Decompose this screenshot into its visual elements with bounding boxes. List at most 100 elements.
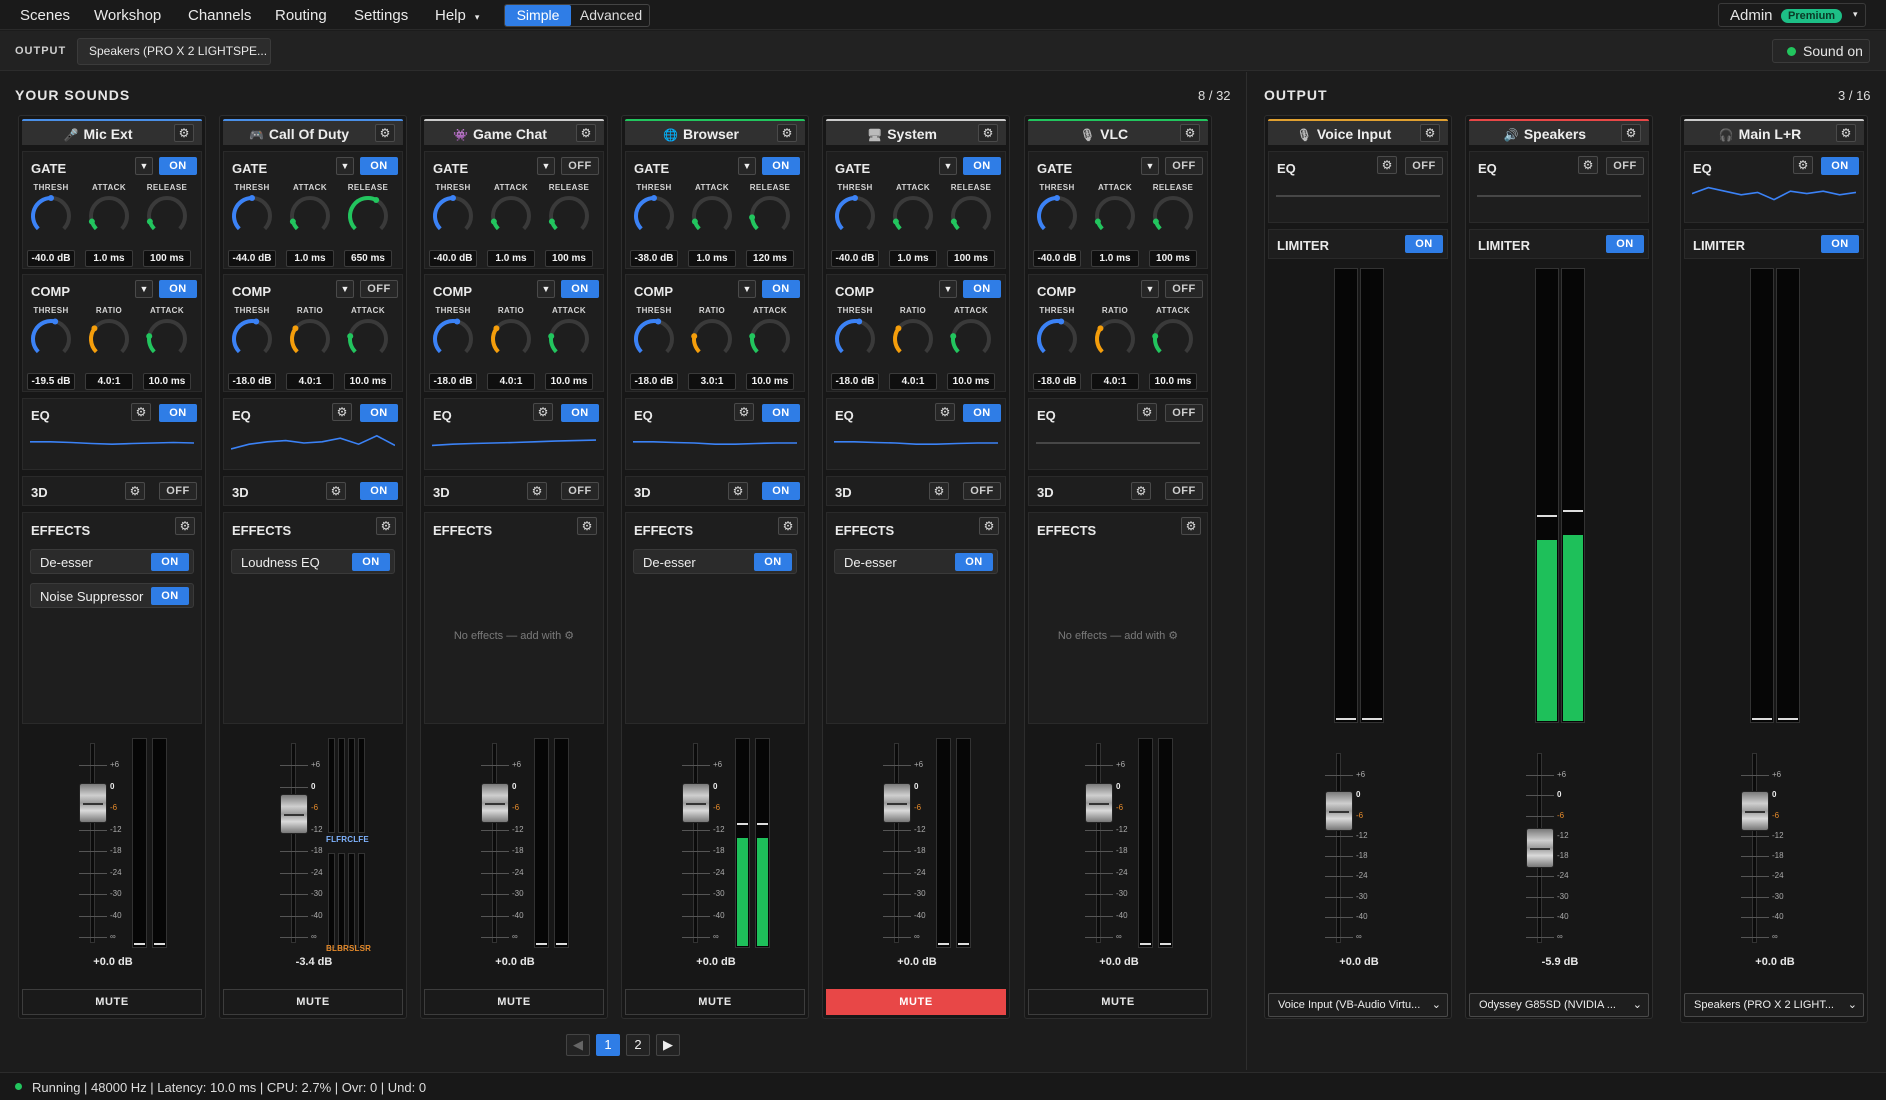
comp-toggle[interactable]: ON (762, 280, 800, 298)
gate-attack-knob[interactable] (891, 194, 935, 238)
comp-ratio-value[interactable]: 4.0:1 (286, 373, 334, 390)
volume-fader-knob[interactable] (1085, 783, 1113, 823)
comp-thresh-value[interactable]: -18.0 dB (228, 373, 276, 390)
mute-button[interactable]: MUTE (22, 989, 202, 1015)
limiter-toggle[interactable]: ON (1405, 235, 1443, 253)
comp-thresh-value[interactable]: -19.5 dB (27, 373, 75, 390)
gate-toggle[interactable]: ON (963, 157, 1001, 175)
gate-preset-dropdown[interactable]: ▼ (537, 157, 555, 175)
gate-thresh-knob[interactable] (431, 194, 475, 238)
limiter-toggle[interactable]: ON (1821, 235, 1859, 253)
comp-attack-knob[interactable] (949, 317, 993, 361)
comp-toggle[interactable]: ON (159, 280, 197, 298)
page-1-button[interactable]: 1 (596, 1034, 620, 1056)
comp-thresh-knob[interactable] (632, 317, 676, 361)
gate-toggle[interactable]: ON (360, 157, 398, 175)
mute-button[interactable]: MUTE (424, 989, 604, 1015)
gate-preset-dropdown[interactable]: ▼ (336, 157, 354, 175)
comp-attack-knob[interactable] (547, 317, 591, 361)
effect-item[interactable]: Noise Suppressor ON (30, 583, 194, 608)
gate-toggle[interactable]: ON (762, 157, 800, 175)
channel-settings-gear-icon[interactable]: ⚙ (174, 124, 194, 142)
spatial-3d-toggle[interactable]: ON (762, 482, 800, 500)
spatial-3d-toggle[interactable]: OFF (561, 482, 599, 500)
comp-ratio-knob[interactable] (891, 317, 935, 361)
eq-toggle[interactable]: ON (963, 404, 1001, 422)
gate-thresh-value[interactable]: -40.0 dB (27, 250, 75, 267)
gate-attack-knob[interactable] (288, 194, 332, 238)
gate-thresh-value[interactable]: -44.0 dB (228, 250, 276, 267)
eq-settings-gear-icon[interactable]: ⚙ (131, 403, 151, 421)
channel-settings-gear-icon[interactable]: ⚙ (576, 124, 596, 142)
comp-toggle[interactable]: ON (561, 280, 599, 298)
prev-page-button[interactable]: ◀ (566, 1034, 590, 1056)
gate-release-knob[interactable] (748, 194, 792, 238)
output-device-select[interactable]: Odyssey G85SD (NVIDIA ... ⌄ (1469, 993, 1649, 1017)
gate-thresh-knob[interactable] (230, 194, 274, 238)
spatial-3d-gear-icon[interactable]: ⚙ (527, 482, 547, 500)
comp-thresh-value[interactable]: -18.0 dB (1033, 373, 1081, 390)
eq-settings-gear-icon[interactable]: ⚙ (332, 403, 352, 421)
gate-attack-knob[interactable] (87, 194, 131, 238)
comp-thresh-value[interactable]: -18.0 dB (831, 373, 879, 390)
eq-toggle[interactable]: ON (1821, 157, 1859, 175)
gate-release-knob[interactable] (1151, 194, 1195, 238)
output-device-select[interactable]: Voice Input (VB-Audio Virtu... ⌄ (1268, 993, 1448, 1017)
effect-item[interactable]: De-esser ON (834, 549, 998, 574)
menu-scenes[interactable]: Scenes (20, 7, 70, 24)
gate-preset-dropdown[interactable]: ▼ (738, 157, 756, 175)
spatial-3d-gear-icon[interactable]: ⚙ (728, 482, 748, 500)
gate-release-knob[interactable] (145, 194, 189, 238)
gate-attack-value[interactable]: 1.0 ms (889, 250, 937, 267)
eq-settings-gear-icon[interactable]: ⚙ (1137, 403, 1157, 421)
comp-attack-value[interactable]: 10.0 ms (344, 373, 392, 390)
volume-fader-knob[interactable] (1741, 790, 1769, 831)
comp-preset-dropdown[interactable]: ▼ (939, 280, 957, 298)
gate-thresh-knob[interactable] (29, 194, 73, 238)
comp-toggle[interactable]: ON (963, 280, 1001, 298)
spatial-3d-gear-icon[interactable]: ⚙ (929, 482, 949, 500)
gate-preset-dropdown[interactable]: ▼ (1141, 157, 1159, 175)
spatial-3d-gear-icon[interactable]: ⚙ (1131, 482, 1151, 500)
volume-fader-knob[interactable] (79, 783, 107, 823)
comp-attack-knob[interactable] (346, 317, 390, 361)
spatial-3d-toggle[interactable]: OFF (1165, 482, 1203, 500)
comp-preset-dropdown[interactable]: ▼ (1141, 280, 1159, 298)
gate-attack-knob[interactable] (1093, 194, 1137, 238)
gate-toggle[interactable]: OFF (561, 157, 599, 175)
comp-ratio-knob[interactable] (87, 317, 131, 361)
eq-toggle[interactable]: OFF (1165, 404, 1203, 422)
gate-release-value[interactable]: 100 ms (143, 250, 191, 267)
effect-toggle[interactable]: ON (151, 553, 189, 571)
comp-attack-knob[interactable] (748, 317, 792, 361)
comp-ratio-value[interactable]: 4.0:1 (487, 373, 535, 390)
volume-fader-knob[interactable] (682, 783, 710, 823)
spatial-3d-toggle[interactable]: ON (360, 482, 398, 500)
mute-button[interactable]: MUTE (223, 989, 403, 1015)
gate-thresh-value[interactable]: -40.0 dB (429, 250, 477, 267)
comp-ratio-value[interactable]: 4.0:1 (1091, 373, 1139, 390)
output-device-select[interactable]: Speakers (PRO X 2 LIGHTSPE... (77, 38, 271, 65)
page-2-button[interactable]: 2 (626, 1034, 650, 1056)
effect-toggle[interactable]: ON (352, 553, 390, 571)
comp-attack-value[interactable]: 10.0 ms (1149, 373, 1197, 390)
comp-ratio-value[interactable]: 3.0:1 (688, 373, 736, 390)
comp-preset-dropdown[interactable]: ▼ (738, 280, 756, 298)
comp-thresh-knob[interactable] (230, 317, 274, 361)
gate-release-value[interactable]: 100 ms (545, 250, 593, 267)
comp-thresh-knob[interactable] (1035, 317, 1079, 361)
channel-settings-gear-icon[interactable]: ⚙ (375, 124, 395, 142)
eq-settings-gear-icon[interactable]: ⚙ (533, 403, 553, 421)
effect-toggle[interactable]: ON (754, 553, 792, 571)
effects-add-gear-icon[interactable]: ⚙ (376, 517, 396, 535)
gate-thresh-knob[interactable] (833, 194, 877, 238)
volume-fader-knob[interactable] (1325, 790, 1353, 831)
comp-ratio-value[interactable]: 4.0:1 (889, 373, 937, 390)
menu-routing[interactable]: Routing (275, 7, 327, 24)
gate-toggle[interactable]: ON (159, 157, 197, 175)
comp-toggle[interactable]: OFF (360, 280, 398, 298)
mute-button[interactable]: MUTE (826, 989, 1006, 1015)
gate-attack-knob[interactable] (690, 194, 734, 238)
volume-fader-knob[interactable] (481, 783, 509, 823)
gate-attack-value[interactable]: 1.0 ms (487, 250, 535, 267)
